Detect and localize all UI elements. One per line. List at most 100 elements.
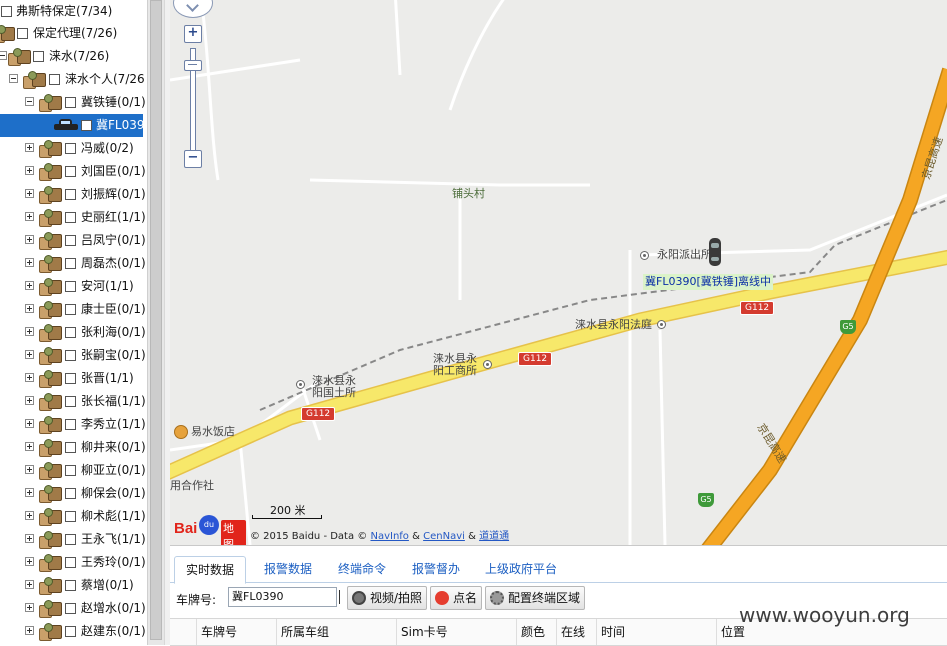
tree-checkbox[interactable] <box>65 465 76 476</box>
tree-checkbox[interactable] <box>65 557 76 568</box>
expand-icon[interactable] <box>25 626 34 635</box>
tree-checkbox[interactable] <box>65 235 76 246</box>
column-time[interactable]: 时间 <box>596 619 716 645</box>
poi-marker[interactable] <box>640 251 649 260</box>
expand-icon[interactable] <box>25 212 34 221</box>
tree-checkbox[interactable] <box>33 51 44 62</box>
tree-node-label: 冯威(0/2) <box>81 141 134 155</box>
road-shield-g5: G5 <box>698 493 714 507</box>
tree-checkbox[interactable] <box>65 511 76 522</box>
scrollbar-thumb[interactable] <box>150 0 162 640</box>
expand-icon[interactable] <box>25 281 34 290</box>
tree-checkbox[interactable] <box>65 97 76 108</box>
tree-checkbox[interactable] <box>65 304 76 315</box>
tree-checkbox[interactable] <box>65 626 76 637</box>
tab-gov-platform[interactable]: 上级政府平台 <box>476 556 566 582</box>
expand-icon[interactable] <box>25 465 34 474</box>
tree-checkbox[interactable] <box>65 281 76 292</box>
expand-icon[interactable] <box>25 511 34 520</box>
tree-scrollbar[interactable] <box>147 0 165 645</box>
poi-marker[interactable] <box>296 380 305 389</box>
tree-checkbox[interactable] <box>81 120 92 131</box>
tree-checkbox[interactable] <box>65 580 76 591</box>
tree-checkbox[interactable] <box>65 373 76 384</box>
column-color[interactable]: 颜色 <box>516 619 556 645</box>
tree-checkbox[interactable] <box>1 6 12 17</box>
tab-alarm-supervise[interactable]: 报警督办 <box>401 556 471 582</box>
collapse-icon[interactable] <box>25 97 34 106</box>
video-photo-button[interactable]: 视频/拍照 <box>347 586 428 610</box>
group-icon <box>39 439 62 457</box>
tree-checkbox[interactable] <box>65 350 76 361</box>
expand-icon[interactable] <box>25 603 34 612</box>
tree-checkbox[interactable] <box>65 258 76 269</box>
expand-icon[interactable] <box>25 258 34 267</box>
tree-node-vehicle-selected[interactable]: 冀FL039 <box>0 114 145 137</box>
expand-icon[interactable] <box>25 534 34 543</box>
expand-icon[interactable] <box>25 419 34 428</box>
expand-icon[interactable] <box>25 350 34 359</box>
expand-icon[interactable] <box>25 235 34 244</box>
button-label: 点名 <box>453 591 478 605</box>
tree-checkbox[interactable] <box>65 396 76 407</box>
tree-node-label: 张长福(1/1) <box>81 394 146 408</box>
tree-checkbox[interactable] <box>65 442 76 453</box>
expand-icon[interactable] <box>25 580 34 589</box>
tree-checkbox[interactable] <box>65 603 76 614</box>
daodaotong-link[interactable]: 道道通 <box>479 531 509 542</box>
logo-text: Bai <box>174 520 198 537</box>
poi-marker[interactable] <box>657 320 666 329</box>
cennavi-link[interactable]: CenNavi <box>423 531 465 542</box>
collapse-icon[interactable] <box>9 74 18 83</box>
zoom-slider-thumb[interactable] <box>184 60 202 71</box>
tree-checkbox[interactable] <box>65 419 76 430</box>
column-sim[interactable]: Sim卡号 <box>396 619 516 645</box>
expand-icon[interactable] <box>25 557 34 566</box>
column-group[interactable]: 所属车组 <box>276 619 396 645</box>
config-area-button[interactable]: 配置终端区域 <box>485 586 586 610</box>
column-online[interactable]: 在线 <box>556 619 596 645</box>
rollcall-icon <box>435 591 449 605</box>
zoom-out-button[interactable]: − <box>184 150 202 168</box>
tree-checkbox[interactable] <box>65 327 76 338</box>
rollcall-button[interactable]: 点名 <box>430 586 483 610</box>
copyright-amp: & <box>412 531 420 542</box>
expand-icon[interactable] <box>25 327 34 336</box>
expand-icon[interactable] <box>25 166 34 175</box>
baidu-map[interactable]: + − 铺头村 永阳派出所 涞水县永阳法庭 涞水县永 阳工商所 涞水县永 阳国土… <box>170 0 947 545</box>
tab-alarm-data[interactable]: 报警数据 <box>253 556 323 582</box>
navinfo-link[interactable]: NavInfo <box>370 531 408 542</box>
tree-checkbox[interactable] <box>49 74 60 85</box>
tab-realtime[interactable]: 实时数据 <box>174 556 246 584</box>
tree-checkbox[interactable] <box>65 212 76 223</box>
tree-checkbox[interactable] <box>65 143 76 154</box>
tree-checkbox[interactable] <box>17 28 28 39</box>
poi-marker[interactable] <box>483 360 492 369</box>
vehicle-status-label[interactable]: 冀FL0390[冀铁锤]离线中 <box>643 274 774 290</box>
group-icon <box>39 554 62 572</box>
expand-icon[interactable] <box>25 189 34 198</box>
expand-icon[interactable] <box>25 304 34 313</box>
road-shield-g112: G112 <box>740 301 775 315</box>
tree-node-label: 周磊杰(0/1) <box>81 256 146 270</box>
tree-node-label: 赵增水(0/1) <box>81 601 146 615</box>
expand-icon[interactable] <box>25 373 34 382</box>
expand-icon[interactable] <box>25 488 34 497</box>
vehicle-marker[interactable] <box>707 238 723 266</box>
tree-checkbox[interactable] <box>65 534 76 545</box>
tree-checkbox[interactable] <box>65 189 76 200</box>
expand-icon[interactable] <box>25 396 34 405</box>
tree-checkbox[interactable] <box>65 166 76 177</box>
tree-checkbox[interactable] <box>65 488 76 499</box>
plate-input[interactable]: 冀FL0390 <box>228 587 337 607</box>
column-plate[interactable]: 车牌号 <box>196 619 276 645</box>
expand-icon[interactable] <box>25 143 34 152</box>
expand-icon[interactable] <box>25 442 34 451</box>
zoom-in-button[interactable]: + <box>184 25 202 43</box>
tree-node-label: 安河(1/1) <box>81 279 134 293</box>
group-icon <box>39 324 62 342</box>
collapse-icon[interactable] <box>0 51 7 60</box>
tab-terminal-command[interactable]: 终端命令 <box>327 556 397 582</box>
restaurant-icon[interactable] <box>174 425 188 439</box>
tree-node-label: 保定代理(7/26) <box>33 26 118 40</box>
